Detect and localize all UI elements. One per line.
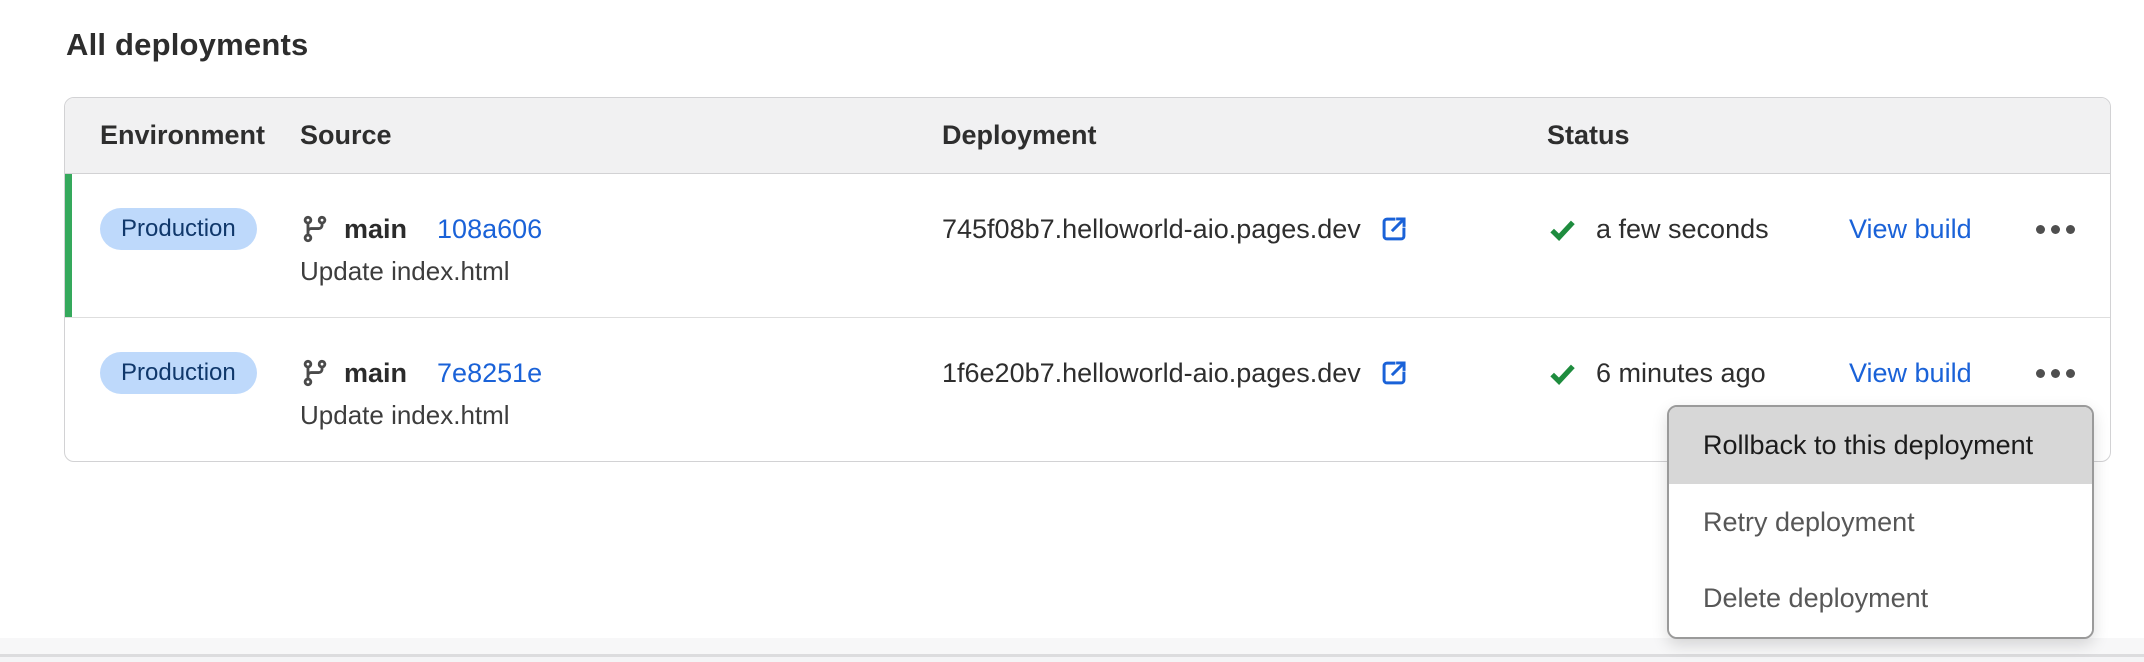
environment-badge: Production: [100, 208, 257, 250]
view-build-link[interactable]: View build: [1849, 214, 1972, 245]
table-row: Production main 108a606 Update index.htm…: [65, 174, 2110, 317]
row-actions-ellipsis-button[interactable]: [2034, 361, 2077, 386]
external-link-icon[interactable]: [1377, 212, 1411, 246]
deployment-url-link[interactable]: 1f6e20b7.helloworld-aio.pages.dev: [942, 352, 1547, 394]
menu-item-retry[interactable]: Retry deployment: [1669, 484, 2092, 561]
current-deployment-indicator: [65, 174, 72, 317]
external-link-icon[interactable]: [1377, 356, 1411, 390]
column-header-deployment: Deployment: [942, 120, 1547, 151]
deployment-url-link[interactable]: 745f08b7.helloworld-aio.pages.dev: [942, 208, 1547, 250]
column-header-source: Source: [300, 120, 942, 151]
column-header-status: Status: [1547, 120, 2110, 151]
footer-band: [0, 638, 2144, 654]
view-build-link[interactable]: View build: [1849, 358, 1972, 389]
deployment-url: 1f6e20b7.helloworld-aio.pages.dev: [942, 358, 1361, 389]
status-time: 6 minutes ago: [1596, 358, 1766, 389]
commit-message: Update index.html: [300, 256, 942, 286]
branch-name: main: [344, 358, 407, 389]
git-branch-icon: [300, 358, 330, 388]
column-header-environment: Environment: [100, 120, 300, 151]
commit-message: Update index.html: [300, 400, 942, 430]
environment-badge: Production: [100, 352, 257, 394]
footer-area: [0, 657, 2144, 662]
deployment-url: 745f08b7.helloworld-aio.pages.dev: [942, 214, 1361, 245]
table-header-row: Environment Source Deployment Status: [65, 98, 2110, 174]
status-time: a few seconds: [1596, 214, 1769, 245]
success-check-icon: [1547, 358, 1578, 389]
branch-name: main: [344, 214, 407, 245]
commit-link[interactable]: 7e8251e: [437, 358, 542, 389]
row-actions-menu: Rollback to this deployment Retry deploy…: [1667, 405, 2094, 639]
menu-item-delete[interactable]: Delete deployment: [1669, 560, 2092, 637]
row-actions-ellipsis-button[interactable]: [2034, 217, 2077, 242]
success-check-icon: [1547, 214, 1578, 245]
menu-item-rollback[interactable]: Rollback to this deployment: [1669, 407, 2092, 484]
page-title: All deployments: [66, 27, 308, 63]
commit-link[interactable]: 108a606: [437, 214, 542, 245]
git-branch-icon: [300, 214, 330, 244]
